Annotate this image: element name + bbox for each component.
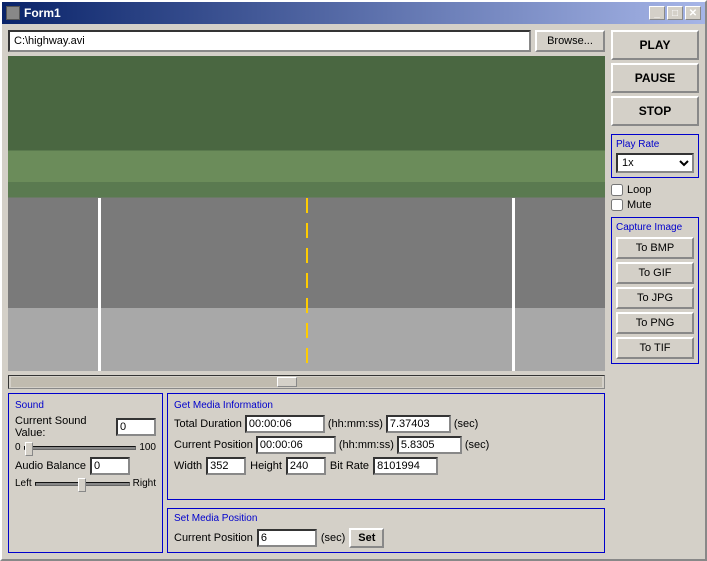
- to-gif-button[interactable]: To GIF: [616, 262, 694, 284]
- current-position-row: Current Position (hh:mm:ss) (sec): [174, 436, 598, 454]
- sound-panel: Sound Current Sound Value: 0 100 Audio B…: [8, 393, 163, 553]
- volume-slider-row: 0 100: [15, 442, 156, 453]
- current-sound-input[interactable]: [116, 418, 156, 436]
- current-position-time-input[interactable]: [256, 436, 336, 454]
- audio-balance-row: Audio Balance: [15, 457, 156, 475]
- set-position-panel: Set Media Position Current Position (sec…: [167, 508, 605, 553]
- volume-min-label: 0: [15, 442, 21, 453]
- to-png-button[interactable]: To PNG: [616, 312, 694, 334]
- set-position-row: Current Position (sec) Set: [174, 528, 598, 548]
- stop-button[interactable]: STOP: [611, 96, 699, 126]
- current-sound-label: Current Sound Value:: [15, 415, 112, 439]
- volume-slider-thumb[interactable]: [25, 442, 33, 456]
- browse-button[interactable]: Browse...: [535, 30, 605, 52]
- sound-panel-title: Sound: [15, 400, 156, 411]
- dimensions-row: Width Height Bit Rate: [174, 457, 598, 475]
- balance-slider[interactable]: [35, 482, 130, 486]
- set-position-button[interactable]: Set: [349, 528, 384, 548]
- window-icon: [6, 6, 20, 20]
- bitrate-label: Bit Rate: [330, 460, 369, 472]
- current-position-sec-format: (sec): [465, 439, 489, 451]
- main-content: Browse... Sound: [2, 24, 705, 559]
- loop-label: Loop: [627, 184, 651, 196]
- scrollbar-thumb[interactable]: [277, 377, 297, 387]
- title-bar-buttons: _ □ ✕: [649, 6, 701, 20]
- set-position-sec-label: (sec): [321, 532, 345, 544]
- file-row: Browse...: [8, 30, 605, 52]
- balance-slider-row: Left Right: [15, 478, 156, 489]
- pause-button[interactable]: PAUSE: [611, 63, 699, 93]
- balance-slider-thumb[interactable]: [78, 478, 86, 492]
- video-scene: [8, 56, 605, 371]
- play-rate-label: Play Rate: [616, 139, 694, 150]
- title-bar: Form1 _ □ ✕: [2, 2, 705, 24]
- play-rate-select[interactable]: 1x 2x 0.5x 0.25x: [616, 153, 694, 173]
- total-duration-sec-format: (sec): [454, 418, 478, 430]
- scrollbar-track[interactable]: [11, 377, 602, 387]
- play-rate-group: Play Rate 1x 2x 0.5x 0.25x: [611, 134, 699, 178]
- left-area: Browse... Sound: [8, 30, 605, 553]
- video-display: [8, 56, 605, 371]
- loop-row: Loop: [611, 184, 699, 196]
- volume-max-label: 100: [139, 442, 156, 453]
- height-input[interactable]: [286, 457, 326, 475]
- file-path-input[interactable]: [8, 30, 531, 52]
- right-sidebar: PLAY PAUSE STOP Play Rate 1x 2x 0.5x 0.2…: [611, 30, 699, 553]
- loop-checkbox[interactable]: [611, 184, 623, 196]
- to-jpg-button[interactable]: To JPG: [616, 287, 694, 309]
- mute-row: Mute: [611, 199, 699, 211]
- to-bmp-button[interactable]: To BMP: [616, 237, 694, 259]
- total-duration-time-input[interactable]: [245, 415, 325, 433]
- media-info-title: Get Media Information: [174, 400, 598, 411]
- balance-right-label: Right: [133, 478, 156, 489]
- audio-balance-label: Audio Balance: [15, 460, 86, 472]
- current-position-sec-input[interactable]: [397, 436, 462, 454]
- set-position-input[interactable]: [257, 529, 317, 547]
- balance-left-label: Left: [15, 478, 32, 489]
- mute-checkbox[interactable]: [611, 199, 623, 211]
- volume-slider[interactable]: [24, 446, 137, 450]
- main-window: Form1 _ □ ✕ Browse...: [0, 0, 707, 561]
- current-sound-row: Current Sound Value:: [15, 415, 156, 439]
- total-duration-sec-input[interactable]: [386, 415, 451, 433]
- close-button[interactable]: ✕: [685, 6, 701, 20]
- bitrate-input[interactable]: [373, 457, 438, 475]
- maximize-button[interactable]: □: [667, 6, 683, 20]
- video-scrollbar[interactable]: [8, 375, 605, 389]
- set-position-label: Current Position: [174, 532, 253, 544]
- width-input[interactable]: [206, 457, 246, 475]
- media-area: Get Media Information Total Duration (hh…: [167, 393, 605, 553]
- to-tif-button[interactable]: To TIF: [616, 337, 694, 359]
- road-shoulder-left: [98, 198, 101, 371]
- total-duration-label: Total Duration: [174, 418, 242, 430]
- width-label: Width: [174, 460, 202, 472]
- road-shoulder-right: [512, 198, 515, 371]
- total-duration-row: Total Duration (hh:mm:ss) (sec): [174, 415, 598, 433]
- height-label: Height: [250, 460, 282, 472]
- media-info-panel: Get Media Information Total Duration (hh…: [167, 393, 605, 500]
- minimize-button[interactable]: _: [649, 6, 665, 20]
- total-duration-time-format: (hh:mm:ss): [328, 418, 383, 430]
- capture-panel-title: Capture Image: [616, 222, 694, 233]
- capture-panel: Capture Image To BMP To GIF To JPG To PN…: [611, 217, 699, 364]
- window-title: Form1: [24, 6, 649, 20]
- set-position-title: Set Media Position: [174, 513, 598, 524]
- current-position-label: Current Position: [174, 439, 253, 451]
- current-position-time-format: (hh:mm:ss): [339, 439, 394, 451]
- mute-label: Mute: [627, 199, 651, 211]
- audio-balance-input[interactable]: [90, 457, 130, 475]
- road-center-line: [306, 198, 308, 371]
- bottom-panels: Sound Current Sound Value: 0 100 Audio B…: [8, 393, 605, 553]
- play-button[interactable]: PLAY: [611, 30, 699, 60]
